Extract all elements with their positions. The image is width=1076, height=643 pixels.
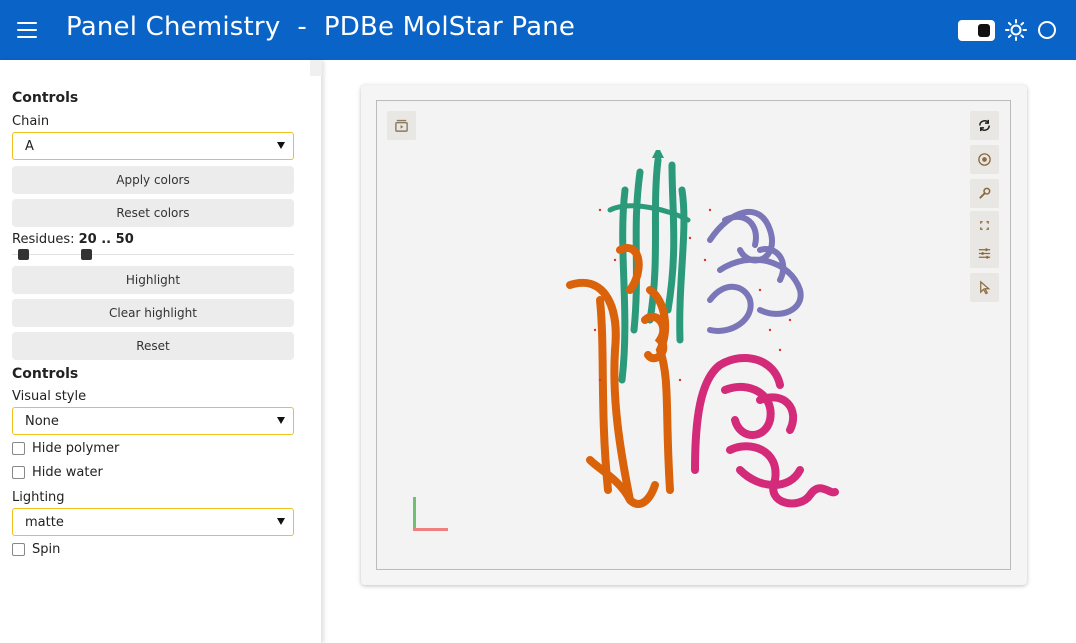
expand-icon[interactable]: [970, 211, 999, 240]
sidebar-scrollbar[interactable]: [310, 60, 322, 76]
app-header: Panel Chemistry - PDBe MolStar Pane: [0, 0, 1076, 60]
lighting-label: Lighting: [12, 490, 65, 505]
screenshot-icon[interactable]: [970, 145, 999, 174]
hide-polymer-label: Hide polymer: [32, 441, 120, 456]
y-axis-indicator: [413, 497, 416, 531]
lighting-select[interactable]: matte: [12, 508, 294, 536]
spin-label: Spin: [32, 542, 61, 557]
chain-select-value: A: [25, 138, 34, 154]
chain-pink-ribbon: [691, 353, 839, 508]
chevron-down-icon: [277, 518, 285, 525]
dark-mode-toggle[interactable]: [958, 20, 995, 41]
protein-structure-render[interactable]: [560, 150, 850, 520]
x-axis-indicator: [414, 528, 448, 531]
lighting-value: matte: [25, 514, 64, 530]
visual-style-label: Visual style: [12, 389, 87, 404]
checkbox-icon[interactable]: [12, 466, 25, 479]
page-title: Panel Chemistry - PDBe MolStar Pane: [66, 12, 576, 42]
controls-icon[interactable]: [970, 239, 999, 268]
settings-icon[interactable]: [970, 179, 999, 208]
chain-green-ribbon: [607, 156, 691, 384]
residues-label-text: Residues:: [12, 232, 75, 247]
hide-water-checkbox[interactable]: Hide water: [12, 465, 103, 480]
reset-button[interactable]: Reset: [12, 332, 294, 360]
reset-colors-button[interactable]: Reset colors: [12, 199, 294, 227]
chain-label: Chain: [12, 114, 50, 129]
controls-heading-2: Controls: [12, 366, 79, 382]
chevron-down-icon: [277, 142, 285, 149]
residues-slider-start-handle[interactable]: [18, 249, 29, 260]
reset-camera-icon[interactable]: [970, 111, 999, 140]
visual-style-select[interactable]: None: [12, 407, 294, 435]
controls-heading: Controls: [12, 90, 79, 106]
residues-slider-track[interactable]: [12, 254, 294, 255]
chevron-down-icon: [277, 417, 285, 424]
hide-water-label: Hide water: [32, 465, 103, 480]
residues-value: 20 .. 50: [78, 232, 134, 247]
checkbox-icon[interactable]: [12, 543, 25, 556]
sun-icon[interactable]: [1005, 19, 1027, 41]
visual-style-value: None: [25, 413, 59, 429]
highlight-button[interactable]: Highlight: [12, 266, 294, 294]
selection-mode-icon[interactable]: [970, 273, 999, 302]
menu-icon[interactable]: [17, 22, 37, 38]
circle-icon[interactable]: [1038, 21, 1056, 39]
residues-label: Residues: 20 .. 50: [12, 232, 134, 247]
apply-colors-button[interactable]: Apply colors: [12, 166, 294, 194]
chain-purple-ribbon: [707, 208, 804, 334]
chain-green-arrow: [652, 150, 664, 158]
animation-icon[interactable]: [387, 111, 416, 140]
spin-checkbox[interactable]: Spin: [12, 542, 60, 557]
checkbox-icon[interactable]: [12, 442, 25, 455]
chain-select[interactable]: A: [12, 132, 294, 160]
clear-highlight-button[interactable]: Clear highlight: [12, 299, 294, 327]
hide-polymer-checkbox[interactable]: Hide polymer: [12, 441, 119, 456]
residues-slider-end-handle[interactable]: [81, 249, 92, 260]
